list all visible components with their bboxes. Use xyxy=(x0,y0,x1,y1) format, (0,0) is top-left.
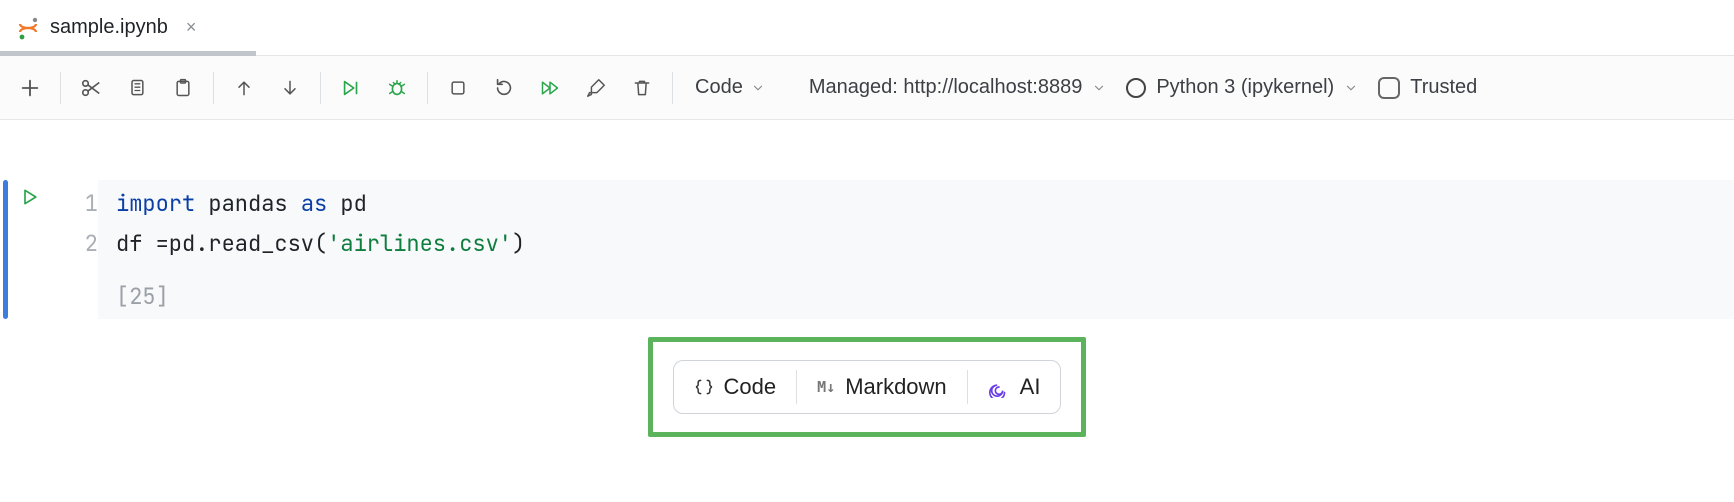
restart-icon xyxy=(493,77,515,99)
add-cell-panel: Code M↓ Markdown AI xyxy=(673,360,1062,414)
stop-icon xyxy=(448,78,468,98)
run-all-button[interactable] xyxy=(528,66,572,110)
add-code-label: Code xyxy=(724,374,777,400)
execution-count: [25] xyxy=(98,276,1734,319)
run-cell-button[interactable] xyxy=(329,66,373,110)
chevron-down-icon xyxy=(751,81,765,95)
interrupt-button[interactable] xyxy=(436,66,480,110)
line-number-gutter: 1 2 xyxy=(52,180,98,264)
clear-outputs-button[interactable] xyxy=(574,66,618,110)
notebook-body: 1 2 import pandas as pd df =pd.read_csv(… xyxy=(0,120,1734,437)
add-cell-panel-highlight: Code M↓ Markdown AI xyxy=(0,337,1734,437)
plus-icon xyxy=(19,77,41,99)
restart-button[interactable] xyxy=(482,66,526,110)
trash-icon xyxy=(632,77,652,99)
toolbar-separator xyxy=(60,72,61,104)
trusted-label: Trusted xyxy=(1410,76,1477,99)
code-identifier: pandas xyxy=(208,189,287,218)
toolbar-separator xyxy=(320,72,321,104)
ai-spiral-icon xyxy=(988,376,1010,398)
server-label: Managed: http://localhost:8889 xyxy=(809,76,1083,99)
markdown-icon: M↓ xyxy=(817,378,835,396)
debug-button[interactable] xyxy=(375,66,419,110)
cell-type-selector[interactable]: Code xyxy=(681,76,779,99)
code-cell[interactable]: 1 2 import pandas as pd df =pd.read_csv(… xyxy=(0,180,1734,319)
braces-icon xyxy=(694,376,714,398)
add-code-cell-button[interactable]: Code xyxy=(674,361,797,413)
run-all-icon xyxy=(538,78,562,98)
kernel-selector[interactable]: Python 3 (ipykernel) xyxy=(1126,76,1358,99)
tab-active-indicator xyxy=(0,51,256,56)
arrow-down-icon xyxy=(280,77,300,99)
add-ai-cell-button[interactable]: AI xyxy=(968,361,1061,413)
code-identifier: pd xyxy=(340,189,366,218)
chevron-down-icon xyxy=(1344,81,1358,95)
code-keyword: import xyxy=(116,189,195,218)
highlight-box: Code M↓ Markdown AI xyxy=(648,337,1087,437)
jupyter-server-selector[interactable]: Managed: http://localhost:8889 xyxy=(809,76,1107,99)
line-number: 2 xyxy=(52,224,98,264)
paste-button[interactable] xyxy=(161,66,205,110)
code-keyword: as xyxy=(301,189,327,218)
code-text: ) xyxy=(512,229,525,258)
notebook-tab[interactable]: sample.ipynb × xyxy=(0,0,212,55)
broom-icon xyxy=(585,77,607,99)
toolbar-separator xyxy=(672,72,673,104)
copy-icon xyxy=(127,77,147,99)
code-string: 'airlines.csv' xyxy=(327,229,512,258)
play-icon xyxy=(20,186,40,208)
move-up-button[interactable] xyxy=(222,66,266,110)
cell-run-gutter[interactable] xyxy=(8,180,52,208)
arrow-up-icon xyxy=(234,77,254,99)
add-ai-label: AI xyxy=(1020,374,1041,400)
trusted-toggle[interactable]: Trusted xyxy=(1378,76,1495,99)
toolbar-separator xyxy=(213,72,214,104)
editor-tab-bar: sample.ipynb × xyxy=(0,0,1734,56)
kernel-status-icon xyxy=(1126,78,1146,98)
delete-cell-button[interactable] xyxy=(620,66,664,110)
kernel-label: Python 3 (ipykernel) xyxy=(1156,76,1334,99)
cut-button[interactable] xyxy=(69,66,113,110)
checkbox-icon xyxy=(1378,77,1400,99)
move-down-button[interactable] xyxy=(268,66,312,110)
chevron-down-icon xyxy=(1092,81,1106,95)
jupyter-icon xyxy=(16,16,40,40)
line-number: 1 xyxy=(52,184,98,224)
cell-type-label: Code xyxy=(695,76,743,99)
add-cell-button[interactable] xyxy=(8,66,52,110)
clipboard-icon xyxy=(173,77,193,99)
scissors-icon xyxy=(80,77,102,99)
add-markdown-label: Markdown xyxy=(845,374,946,400)
code-text: df =pd.read_csv( xyxy=(116,229,327,258)
tab-filename: sample.ipynb xyxy=(50,16,168,39)
toolbar-separator xyxy=(427,72,428,104)
close-icon[interactable]: × xyxy=(186,17,197,38)
run-cursor-icon xyxy=(339,77,363,99)
copy-button[interactable] xyxy=(115,66,159,110)
bug-icon xyxy=(386,77,408,99)
code-editor[interactable]: import pandas as pd df =pd.read_csv('air… xyxy=(98,180,1734,276)
add-markdown-cell-button[interactable]: M↓ Markdown xyxy=(797,361,967,413)
notebook-toolbar: Code Managed: http://localhost:8889 Pyth… xyxy=(0,56,1734,120)
